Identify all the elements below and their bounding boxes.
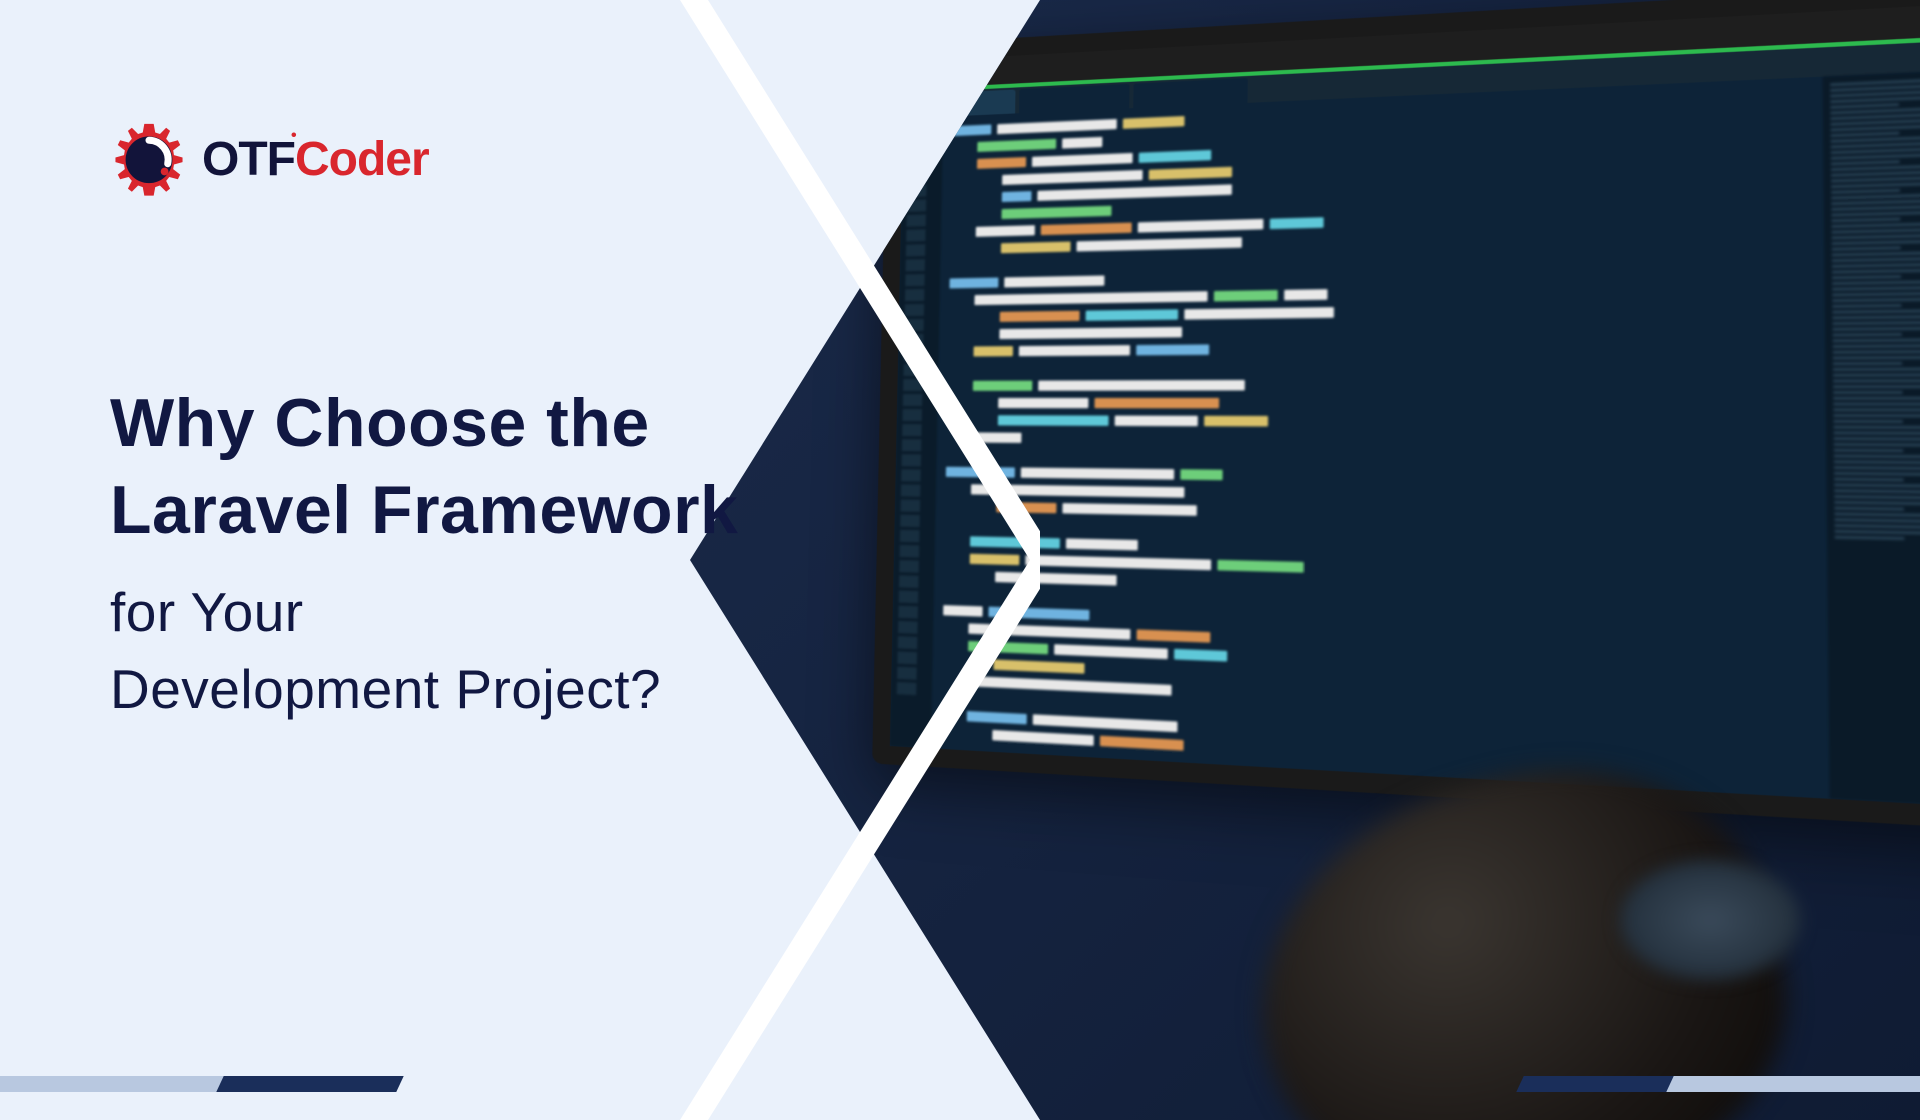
window-zoom-dot — [942, 69, 951, 78]
window-minimize-dot — [928, 69, 937, 78]
laptop-screen-graphic — [872, 0, 1920, 831]
code-area — [890, 70, 1920, 808]
bar-segment-light-right — [1666, 1076, 1920, 1092]
headline-light: for Your Development Project? — [110, 574, 830, 728]
window-close-dot — [913, 70, 922, 79]
editor-minimap — [1823, 70, 1920, 808]
bottom-accent-bar — [0, 1076, 1920, 1092]
hero-photo — [690, 0, 1920, 1120]
headline-line-1: Why Choose the — [110, 380, 830, 467]
gear-icon — [110, 120, 188, 198]
bar-segment-dark-left — [216, 1076, 403, 1092]
brand-name: OTF•Coder — [202, 132, 429, 187]
headline-line-3: for Your — [110, 574, 830, 651]
headline-bold: Why Choose the Laravel Framework — [110, 380, 830, 554]
brand-part-1: OTF — [202, 133, 295, 186]
code-content — [931, 77, 1830, 799]
brand-logo: OTF•Coder — [110, 120, 429, 198]
watch-graphic — [1620, 860, 1800, 980]
headline: Why Choose the Laravel Framework for You… — [110, 380, 830, 728]
bar-segment-light-left — [0, 1076, 254, 1092]
headline-line-2: Laravel Framework — [110, 467, 830, 554]
brand-part-2: •Coder — [295, 133, 429, 186]
headline-line-4: Development Project? — [110, 651, 830, 728]
